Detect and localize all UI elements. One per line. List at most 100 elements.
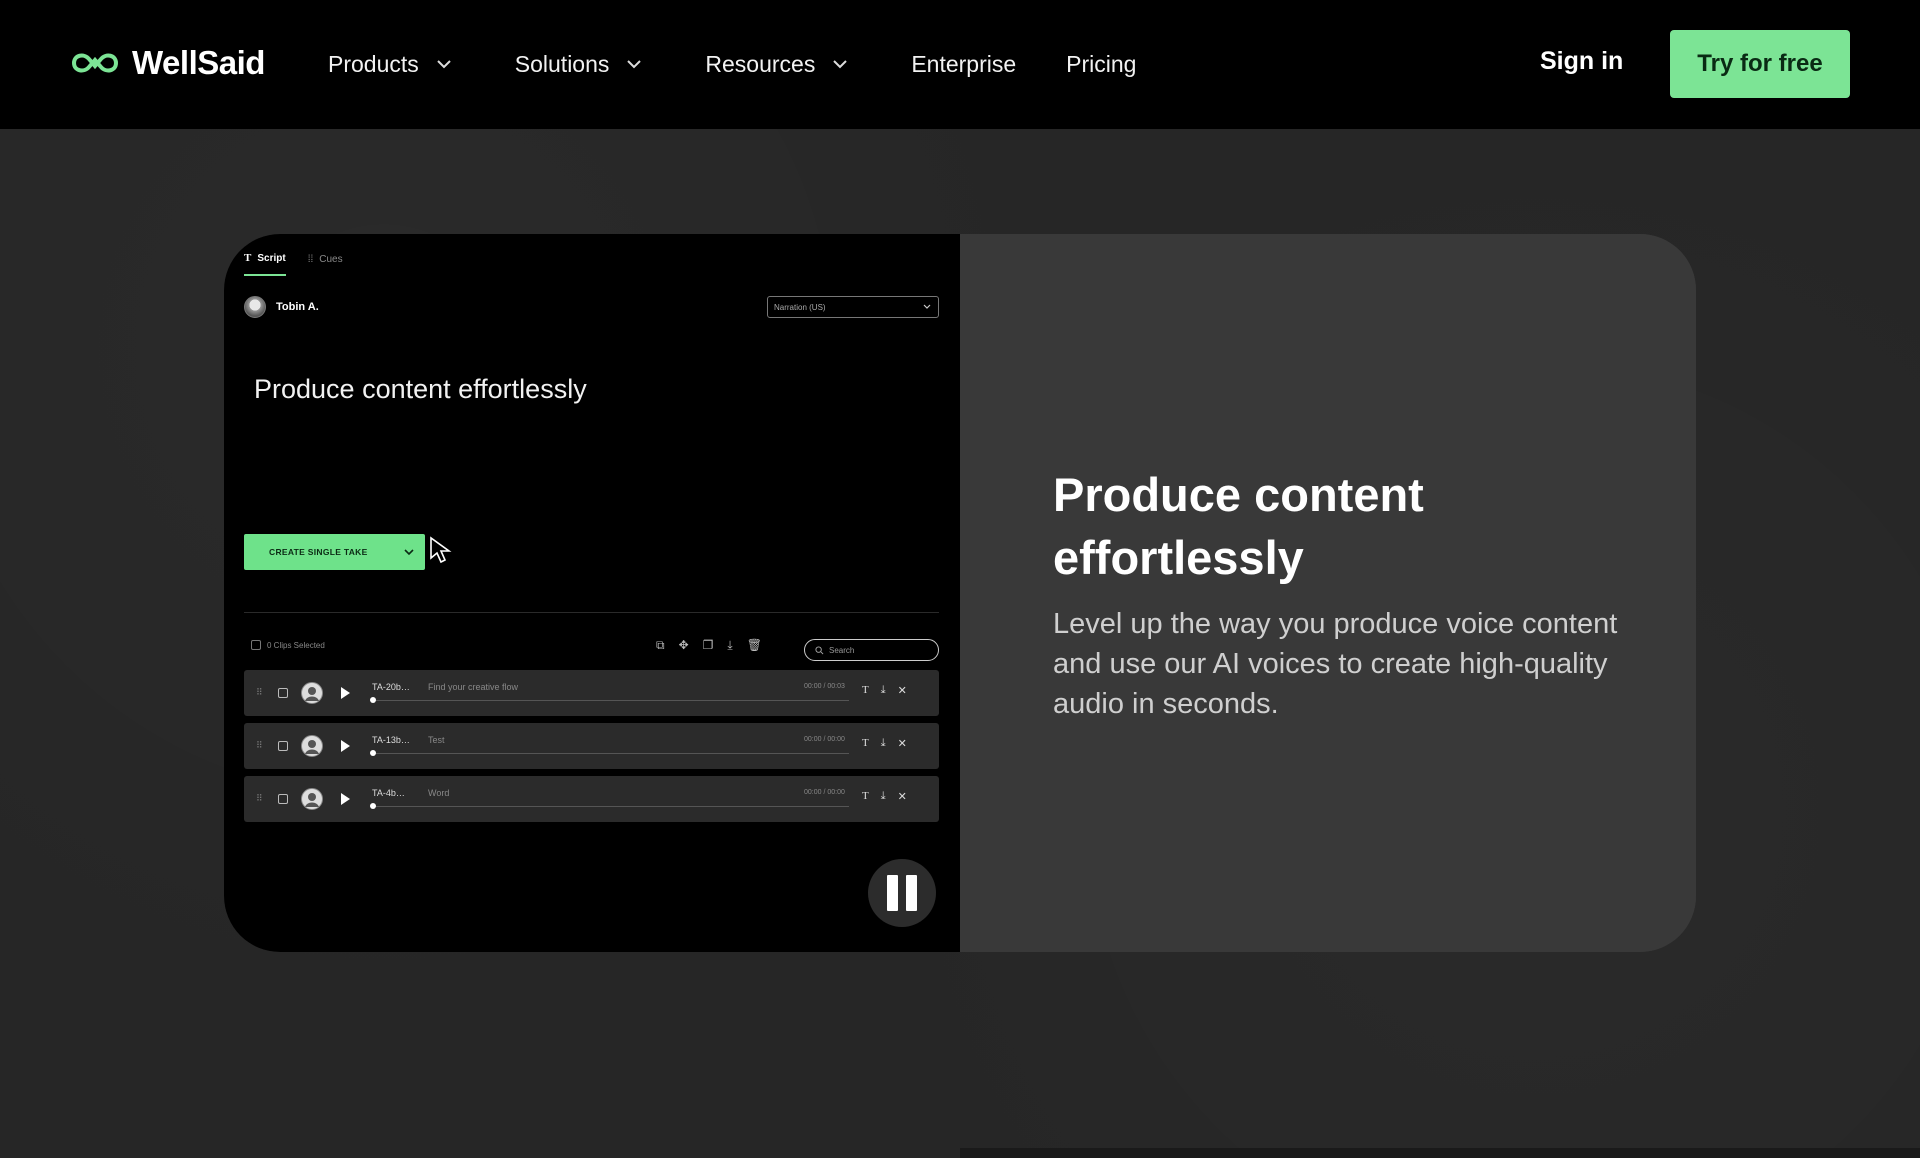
trash-icon[interactable]: 🗑︎ bbox=[747, 638, 762, 653]
search-icon bbox=[815, 645, 824, 654]
progress-handle[interactable] bbox=[370, 750, 376, 756]
feature-card: T Script ⁞⁞ Cues Tobin A. Narration (US)… bbox=[224, 234, 1696, 952]
clip-checkbox[interactable] bbox=[278, 741, 288, 751]
product-demo-video[interactable]: T Script ⁞⁞ Cues Tobin A. Narration (US)… bbox=[224, 234, 960, 952]
voice-style-value: Narration (US) bbox=[774, 302, 826, 312]
menu-resources-label: Resources bbox=[705, 50, 816, 77]
copy-icon[interactable]: ⧉ bbox=[656, 638, 665, 653]
top-navigation: WellSaid Products Solutions Resources En… bbox=[0, 0, 1920, 129]
close-icon[interactable]: ✕ bbox=[898, 790, 907, 803]
drag-handle-icon[interactable]: ⠿ bbox=[256, 793, 263, 804]
clip-row[interactable]: ⠿ TA-20b… Find your creative flow 00:00 … bbox=[244, 670, 939, 716]
try-for-free-button[interactable]: Try for free bbox=[1670, 30, 1850, 98]
text-icon: T bbox=[244, 252, 252, 264]
tab-cues-label: Cues bbox=[319, 253, 343, 265]
feature-description: Level up the way you produce voice conte… bbox=[1053, 608, 1618, 720]
chevron-down-icon bbox=[627, 60, 642, 69]
clip-text: Find your creative flow bbox=[428, 682, 519, 692]
section-divider bbox=[960, 1148, 1920, 1158]
download-icon[interactable]: ⤓ bbox=[881, 684, 886, 697]
clip-id: TA-20b… bbox=[372, 682, 410, 692]
menu-enterprise-label: Enterprise bbox=[911, 50, 1017, 77]
clip-row[interactable]: ⠿ TA-4b… Word 00:00 / 00:00 T ⤓ ✕ bbox=[244, 776, 939, 822]
clip-row[interactable]: ⠿ TA-13b… Test 00:00 / 00:00 T ⤓ ✕ bbox=[244, 723, 939, 769]
menu-solutions-label: Solutions bbox=[514, 50, 610, 77]
clip-toolbar: ⧉ ✥ ❐ ⤓ 🗑︎ bbox=[656, 638, 762, 653]
mouse-cursor-icon bbox=[430, 536, 452, 564]
clip-time: 00:00 / 00:00 bbox=[804, 736, 845, 743]
sign-in-link[interactable]: Sign in bbox=[1540, 47, 1623, 76]
menu-products-label: Products bbox=[328, 50, 419, 77]
avatar bbox=[244, 296, 266, 318]
clips-selected-label: 0 Clips Selected bbox=[267, 640, 325, 650]
avatar bbox=[301, 788, 323, 810]
voice-style-select[interactable]: Narration (US) bbox=[767, 296, 939, 318]
clip-text: Test bbox=[428, 735, 445, 745]
search-placeholder: Search bbox=[829, 645, 855, 655]
progress-track[interactable] bbox=[372, 700, 849, 701]
feature-info-panel bbox=[960, 234, 1696, 952]
text-icon[interactable]: T bbox=[862, 790, 869, 803]
drag-handle-icon[interactable]: ⠿ bbox=[256, 687, 263, 698]
clip-id: TA-4b… bbox=[372, 788, 405, 798]
clip-actions: T ⤓ ✕ bbox=[862, 684, 907, 697]
chevron-down-icon bbox=[923, 304, 931, 309]
clip-checkbox[interactable] bbox=[278, 688, 288, 698]
voice-actor-name: Tobin A. bbox=[276, 301, 319, 313]
voice-actor[interactable]: Tobin A. bbox=[244, 296, 319, 318]
brand-logo[interactable]: WellSaid bbox=[70, 44, 265, 82]
clip-text: Word bbox=[428, 788, 450, 798]
play-icon[interactable] bbox=[341, 740, 350, 752]
progress-handle[interactable] bbox=[370, 697, 376, 703]
editor-tabs: T Script ⁞⁞ Cues bbox=[244, 252, 343, 276]
select-all-checkbox[interactable] bbox=[251, 640, 261, 650]
drag-handle-icon[interactable]: ⠿ bbox=[256, 740, 263, 751]
menu-products[interactable]: Products bbox=[328, 51, 455, 78]
clip-checkbox[interactable] bbox=[278, 794, 288, 804]
progress-track[interactable] bbox=[372, 753, 849, 754]
create-single-take-button[interactable]: CREATE SINGLE TAKE bbox=[244, 534, 425, 570]
download-icon[interactable]: ⤓ bbox=[881, 790, 886, 803]
menu-pricing[interactable]: Pricing bbox=[1066, 51, 1136, 78]
download-icon[interactable]: ⤓ bbox=[727, 638, 732, 653]
menu-resources[interactable]: Resources bbox=[705, 51, 851, 78]
tab-cues[interactable]: ⁞⁞ Cues bbox=[308, 252, 343, 276]
chevron-down-icon bbox=[437, 60, 451, 69]
play-icon[interactable] bbox=[341, 793, 350, 805]
text-icon[interactable]: T bbox=[862, 737, 869, 750]
brand-name: WellSaid bbox=[132, 44, 265, 81]
clip-search-input[interactable]: Search bbox=[804, 639, 939, 661]
clip-time: 00:00 / 00:03 bbox=[804, 683, 845, 690]
close-icon[interactable]: ✕ bbox=[898, 684, 907, 697]
tab-script[interactable]: T Script bbox=[244, 252, 286, 276]
chevron-down-icon bbox=[833, 60, 848, 69]
divider bbox=[244, 612, 939, 613]
menu-enterprise[interactable]: Enterprise bbox=[911, 51, 1016, 78]
clip-time: 00:00 / 00:00 bbox=[804, 789, 845, 796]
play-icon[interactable] bbox=[341, 687, 350, 699]
feature-headline: Produce content effortlessly bbox=[1053, 468, 1424, 584]
cues-icon: ⁞⁞ bbox=[307, 253, 314, 265]
menu-solutions[interactable]: Solutions bbox=[515, 51, 646, 78]
script-text[interactable]: Produce content effortlessly bbox=[254, 374, 587, 405]
clips-selected[interactable]: 0 Clips Selected bbox=[251, 640, 325, 650]
create-button-label: CREATE SINGLE TAKE bbox=[269, 547, 368, 557]
text-icon[interactable]: T bbox=[862, 684, 869, 697]
clip-actions: T ⤓ ✕ bbox=[862, 790, 907, 803]
progress-track[interactable] bbox=[372, 806, 849, 807]
main-menu: Products Solutions Resources Enterprise … bbox=[328, 40, 1136, 88]
pause-icon bbox=[906, 875, 917, 911]
avatar bbox=[301, 735, 323, 757]
progress-handle[interactable] bbox=[370, 803, 376, 809]
pause-button[interactable] bbox=[868, 859, 936, 927]
menu-pricing-label: Pricing bbox=[1066, 50, 1137, 77]
move-icon[interactable]: ✥ bbox=[679, 638, 689, 653]
pause-icon bbox=[887, 875, 898, 911]
close-icon[interactable]: ✕ bbox=[898, 737, 907, 750]
download-icon[interactable]: ⤓ bbox=[881, 737, 886, 750]
duplicate-icon[interactable]: ❐ bbox=[703, 638, 714, 653]
clip-actions: T ⤓ ✕ bbox=[862, 737, 907, 750]
wellsaid-logo-icon bbox=[71, 53, 119, 73]
clip-id: TA-13b… bbox=[372, 735, 410, 745]
tab-script-label: Script bbox=[257, 252, 286, 264]
